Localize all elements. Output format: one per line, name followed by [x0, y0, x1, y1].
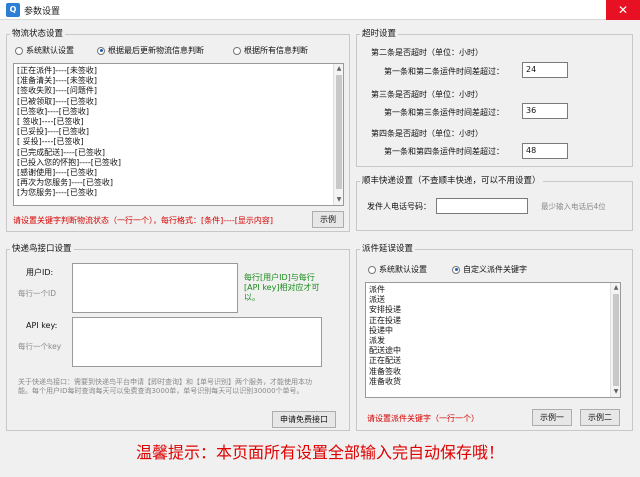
list-item: [已完成配送]----[已签收] [17, 147, 106, 157]
dispatch-keywords-textarea[interactable]: 派件 派送 安排投递 正在投递 投递中 派发 配送途中 正在配送 准备签收 准备… [365, 282, 621, 398]
dispatch-keywords-note: 请设置派件关键字（一行一个） [367, 414, 479, 423]
radio-dispatch-default[interactable]: 系统默认设置 [368, 264, 427, 275]
id-key-pair-hint: 每行[用户ID]与每行[API key]相对应才可以。 [244, 273, 320, 302]
timeout-input-2[interactable]: 24 [522, 62, 568, 78]
radio-circle [15, 46, 23, 55]
timeout-input-4[interactable]: 48 [522, 143, 568, 159]
list-item: 派送 [369, 295, 385, 305]
example-one-button[interactable]: 示例一 [532, 409, 572, 426]
kdn-about-text: 关于快递鸟接口：需要到快递鸟平台申请【即时查询】和【单号识别】两个服务，才能使用… [18, 378, 312, 395]
list-item: [为您服务]----[已签收] [17, 188, 98, 198]
list-item: 派件 [369, 285, 385, 294]
list-item: [已签收]----[已签收] [17, 106, 90, 116]
user-id-label: 用户ID: [26, 268, 54, 277]
title-bar: Q 参数设置 ✕ [0, 0, 640, 20]
scroll-up-icon[interactable]: ▲ [612, 284, 620, 292]
list-item: [已被领取]----[已签收] [17, 96, 98, 106]
radio-circle-selected [452, 265, 460, 274]
timeout-label-3: 第一条和第三条运件时间差超过： [384, 108, 504, 117]
apply-free-api-button[interactable]: 申请免费接口 [272, 411, 336, 428]
timeout-heading-2: 第二条是否超时（单位：小时） [371, 48, 483, 57]
list-item: 准备收货 [369, 376, 401, 386]
radio-label: 根据所有信息判断 [244, 46, 308, 55]
radio-label: 根据最后更新物流信息判断 [108, 46, 204, 55]
list-item: 安排投递 [369, 305, 401, 315]
list-item: 派发 [369, 336, 385, 346]
list-item: [正在派件]----[未签收] [17, 66, 98, 75]
close-button[interactable]: ✕ [606, 0, 640, 20]
list-item: [已妥投]----[已签收] [17, 127, 90, 137]
vertical-scrollbar[interactable]: ▲ ▼ [333, 64, 343, 205]
dispatch-delay-title: 派件延误设置 [360, 242, 416, 254]
radio-label: 系统默认设置 [26, 46, 74, 55]
example-two-button[interactable]: 示例二 [580, 409, 620, 426]
sf-express-title: 顺丰快递设置（不查顺丰快递，可以不用设置） [360, 174, 543, 186]
scroll-down-icon[interactable]: ▼ [612, 388, 620, 396]
api-key-textarea[interactable] [72, 317, 322, 367]
sf-phone-input[interactable] [436, 198, 528, 214]
radio-system-default[interactable]: 系统默认设置 [15, 45, 74, 56]
scroll-up-icon[interactable]: ▲ [335, 65, 343, 73]
vertical-scrollbar[interactable]: ▲ ▼ [610, 283, 620, 397]
list-item: [感谢使用]----[已签收] [17, 168, 98, 178]
scroll-down-icon[interactable]: ▼ [335, 196, 343, 204]
list-item: 正在投递 [369, 315, 401, 325]
window-title: 参数设置 [24, 7, 61, 17]
kdn-api-title: 快递鸟接口设置 [10, 242, 74, 254]
radio-all-info[interactable]: 根据所有信息判断 [233, 45, 308, 56]
timeout-title: 超时设置 [360, 27, 399, 39]
list-item: 准备签收 [369, 366, 401, 376]
list-item: [准备清关]----[未签收] [17, 76, 98, 86]
radio-label: 自定义派件关键字 [463, 265, 527, 274]
timeout-heading-3: 第三条是否超时（单位：小时） [371, 90, 483, 99]
scroll-thumb[interactable] [336, 75, 342, 189]
radio-circle-selected [97, 46, 105, 55]
sf-phone-hint: 最少输入电话后4位 [541, 202, 606, 211]
radio-dispatch-custom[interactable]: 自定义派件关键字 [452, 264, 527, 275]
list-item: 配送途中 [369, 346, 401, 356]
user-id-hint: 每行一个ID [18, 289, 56, 298]
sf-phone-label: 发件人电话号码： [367, 202, 431, 211]
status-example-button[interactable]: 示例 [312, 211, 344, 228]
radio-circle [368, 265, 376, 274]
status-rules-textarea[interactable]: [正在派件]----[未签收] [准备清关]----[未签收] [签收失败]--… [13, 63, 344, 206]
list-item: 投递中 [369, 325, 393, 335]
radio-label: 系统默认设置 [379, 265, 427, 274]
api-key-hint: 每行一个key [18, 342, 62, 351]
logistics-status-title: 物流状态设置 [10, 27, 66, 39]
status-rules-note: 请设置关键字判断物流状态（一行一个），每行格式：[条件]----[显示内容] [13, 216, 274, 225]
autosave-tip: 温馨提示：本页面所有设置全部输入完自动保存哦！ [135, 443, 504, 462]
list-item: [已投入您的怀抱]----[已签收] [17, 157, 122, 167]
list-item: 正在配送 [369, 356, 401, 366]
list-item: [ 签收]----[已签收] [17, 117, 84, 127]
app-icon: Q [6, 3, 20, 17]
timeout-label-2: 第一条和第二条运件时间差超过： [384, 67, 504, 76]
list-item: [ 妥投]----[已签收] [17, 137, 84, 147]
timeout-input-3[interactable]: 36 [522, 103, 568, 119]
timeout-label-4: 第一条和第四条运件时间差超过： [384, 147, 504, 156]
list-item: [再次为您服务]----[已签收] [17, 178, 114, 188]
api-key-label: API key: [26, 321, 58, 330]
timeout-heading-4: 第四条是否超时（单位：小时） [371, 129, 483, 138]
radio-last-update[interactable]: 根据最后更新物流信息判断 [97, 45, 204, 56]
radio-circle [233, 46, 241, 55]
user-id-textarea[interactable] [72, 263, 238, 313]
scroll-thumb[interactable] [613, 294, 619, 386]
list-item: [签收失败]----[问题件] [17, 86, 98, 96]
